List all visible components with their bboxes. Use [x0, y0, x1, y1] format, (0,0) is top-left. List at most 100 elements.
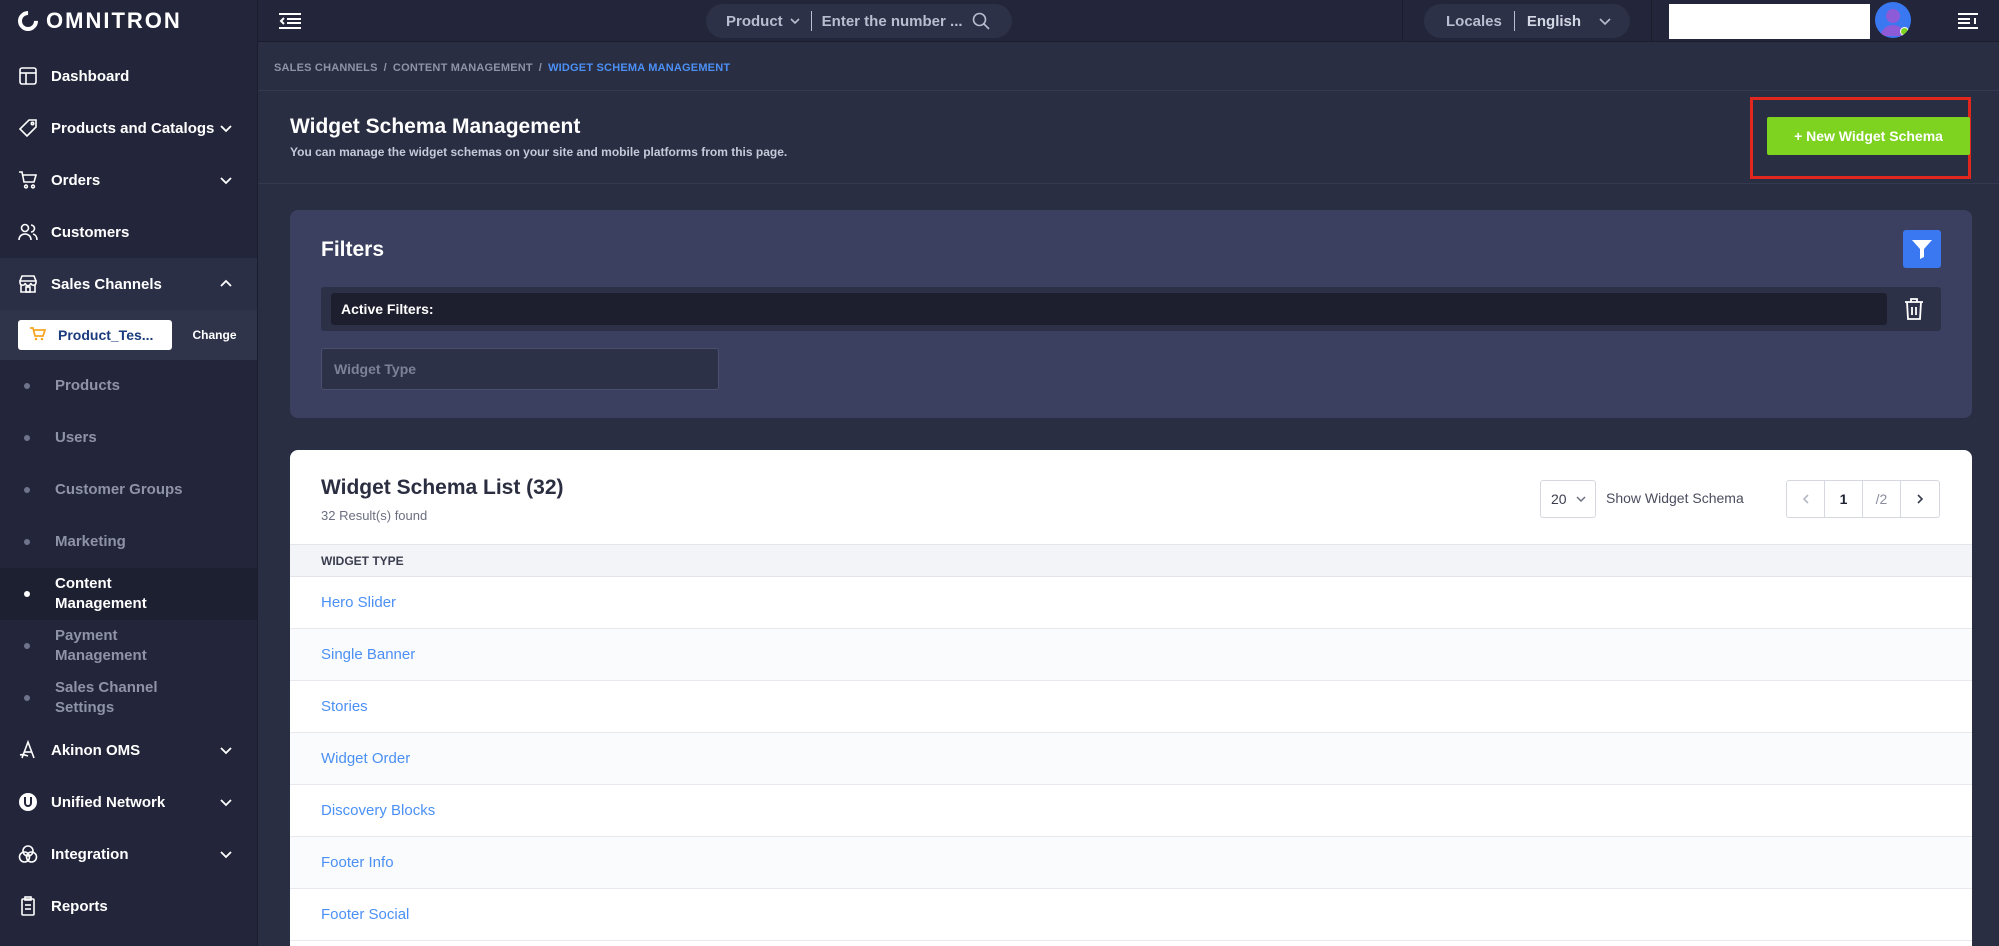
breadcrumb-item-current: WIDGET SCHEMA MANAGEMENT [548, 62, 731, 74]
right-panel-toggle-icon[interactable] [1957, 12, 1979, 30]
sidebar-item-label: Akinon OMS [51, 741, 141, 759]
sidebar-item-label: Dashboard [51, 67, 130, 85]
sidebar-sub-item-users[interactable]: Users [0, 412, 257, 464]
locale-selector[interactable]: Locales English [1424, 4, 1630, 38]
sidebar-item-products-and-catalogs[interactable]: Products and Catalogs [0, 102, 257, 154]
widget-schema-list: Widget Schema List (32) 32 Result(s) fou… [290, 450, 1972, 946]
page-header: Widget Schema Management You can manage … [258, 90, 1999, 184]
sidebar-sub-item-label: Sales Channel Settings [55, 679, 158, 716]
sidebar-item-label: Reports [51, 897, 108, 915]
search-bar: Product [706, 4, 1012, 38]
topbar: Product Locales English [258, 0, 1999, 42]
sidebar-item-dashboard[interactable]: Dashboard [0, 50, 257, 102]
collapse-menu-icon[interactable] [278, 12, 302, 30]
channel-name: Product_Tes... [58, 327, 154, 343]
reports-icon [17, 895, 39, 917]
active-filters-label: Active Filters: [331, 293, 1887, 325]
chevron-down-icon [220, 125, 232, 133]
integration-icon [17, 843, 39, 865]
sidebar-item-reports[interactable]: Reports [0, 880, 257, 932]
chevron-down-icon [220, 799, 232, 807]
sidebar-sub-item-content-management[interactable]: Content Management [0, 568, 257, 620]
sidebar-item-label: Orders [51, 171, 101, 189]
tag-icon [17, 117, 39, 139]
chevron-right-icon [1917, 494, 1924, 504]
divider [1513, 11, 1515, 31]
online-status-indicator [1900, 27, 1909, 36]
breadcrumb-separator: / [538, 62, 543, 74]
trash-icon[interactable] [1903, 297, 1925, 321]
sidebar-item-label: Sales Channels [51, 275, 162, 293]
sidebar-sub-item-sales-channel-settings[interactable]: Sales Channel Settings [0, 672, 257, 724]
sidebar-item-unified-network[interactable]: Unified Network [0, 776, 257, 828]
new-widget-schema-button[interactable]: + New Widget Schema [1767, 117, 1970, 155]
locale-label: Locales [1446, 12, 1502, 30]
table-row[interactable]: Discovery Blocks [290, 785, 1972, 837]
users-icon [17, 221, 39, 243]
table-body: Hero Slider Single Banner Stories Widget… [290, 577, 1972, 941]
filters-title: Filters [321, 238, 385, 261]
main-nav: Dashboard Products and Catalogs Orders C… [0, 50, 257, 932]
sidebar-sub-item-label: Payment Management [55, 627, 147, 664]
sidebar-sub-item-label: Marketing [55, 533, 126, 550]
sidebar-sub-item-marketing[interactable]: Marketing [0, 516, 257, 568]
table-row[interactable]: Hero Slider [290, 577, 1972, 629]
sidebar-item-customers[interactable]: Customers [0, 206, 257, 258]
sidebar-sub-item-products[interactable]: Products [0, 360, 257, 412]
filters-panel: Filters Active Filters: [290, 210, 1972, 418]
sidebar-item-integration[interactable]: Integration [0, 828, 257, 880]
chevron-down-icon [1576, 496, 1586, 503]
column-header-widget-type[interactable]: WIDGET TYPE [321, 554, 404, 568]
channel-pill[interactable]: Product_Tes... [18, 320, 172, 350]
prev-page-button[interactable] [1787, 481, 1825, 517]
sidebar-sub-item-label: Content Management [55, 575, 147, 612]
highlight-frame: + New Widget Schema [1750, 97, 1971, 179]
search-type-select[interactable]: Product [726, 13, 801, 30]
table-row[interactable]: Footer Info [290, 837, 1972, 889]
page-size-value: 20 [1551, 491, 1567, 507]
chevron-down-icon [1599, 18, 1611, 26]
filter-toggle-button[interactable] [1903, 230, 1941, 268]
breadcrumb-item-content-management[interactable]: CONTENT MANAGEMENT [393, 62, 533, 74]
bullet-icon [24, 591, 30, 597]
search-input[interactable] [821, 12, 972, 30]
bullet-icon [24, 435, 30, 441]
app-logo[interactable]: OMNITRON [0, 0, 257, 42]
page-subtitle: You can manage the widget schemas on you… [290, 145, 788, 159]
page-title: Widget Schema Management [290, 115, 581, 138]
page-size-label: Show Widget Schema [1606, 490, 1744, 506]
dashboard-icon [17, 65, 39, 87]
table-row[interactable]: Single Banner [290, 629, 1972, 681]
current-page[interactable]: 1 [1825, 481, 1863, 517]
sidebar-sub-item-customer-groups[interactable]: Customer Groups [0, 464, 257, 516]
breadcrumb-item-sales-channels[interactable]: SALES CHANNELS [274, 62, 378, 74]
sidebar-item-sales-channels[interactable]: Sales Channels [0, 258, 257, 310]
locale-value: English [1526, 12, 1582, 30]
next-page-button[interactable] [1901, 481, 1939, 517]
sidebar-item-label: Customers [51, 223, 130, 241]
table-row[interactable]: Footer Social [290, 889, 1972, 941]
avatar[interactable] [1875, 2, 1911, 38]
chevron-down-icon [220, 851, 232, 859]
sidebar-item-label: Products and Catalogs [51, 119, 215, 137]
sidebar-item-label: Integration [51, 845, 129, 863]
sidebar-item-orders[interactable]: Orders [0, 154, 257, 206]
search-icon[interactable] [972, 12, 990, 30]
filter-icon [1912, 240, 1932, 259]
search-type-label: Product [726, 12, 783, 30]
bullet-icon [24, 695, 30, 701]
bullet-icon [24, 539, 30, 545]
widget-type-filter-input[interactable] [321, 348, 719, 390]
user-info-box[interactable] [1669, 4, 1870, 39]
result-count: 32 Result(s) found [321, 508, 428, 523]
page-size-select[interactable]: 20 [1540, 480, 1596, 518]
sidebar-sub-item-payment-management[interactable]: Payment Management [0, 620, 257, 672]
table-row[interactable]: Widget Order [290, 733, 1972, 785]
total-pages: /2 [1863, 481, 1901, 517]
sidebar-sub-item-label: Customer Groups [55, 481, 183, 498]
divider [810, 11, 812, 31]
change-channel-button[interactable]: Change [172, 328, 257, 342]
table-row[interactable]: Stories [290, 681, 1972, 733]
sidebar-item-akinon-oms[interactable]: Akinon OMS [0, 724, 257, 776]
bullet-icon [24, 487, 30, 493]
